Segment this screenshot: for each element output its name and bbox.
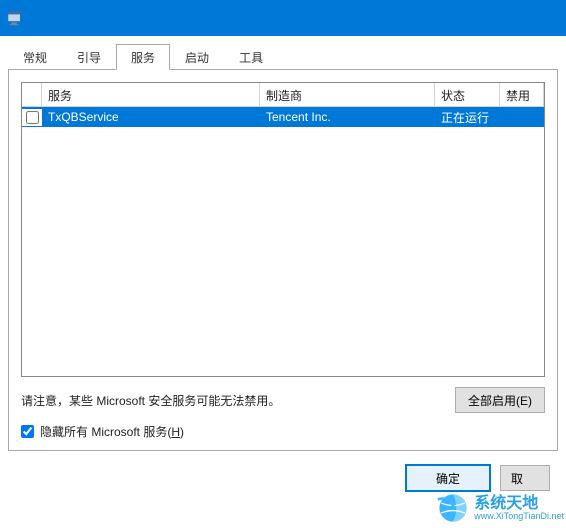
hide-ms-row: 隐藏所有 Microsoft 服务(H) bbox=[21, 423, 545, 440]
tab-services[interactable]: 服务 bbox=[116, 44, 170, 70]
watermark-text-zh: 系统天地 bbox=[474, 496, 564, 512]
row-status: 正在运行 bbox=[435, 107, 500, 128]
watermark-text: 系统天地 www.XiTongTianDi.net bbox=[474, 496, 564, 521]
table-row[interactable]: TxQBService Tencent Inc. 正在运行 bbox=[22, 107, 544, 127]
cancel-button[interactable]: 取 bbox=[500, 465, 550, 491]
tab-tools[interactable]: 工具 bbox=[224, 44, 278, 70]
column-header-manufacturer[interactable]: 制造商 bbox=[260, 83, 435, 107]
watermark-globe-icon bbox=[436, 491, 470, 525]
column-header-service[interactable]: 服务 bbox=[42, 83, 260, 107]
row-manufacturer: Tencent Inc. bbox=[260, 108, 435, 126]
dialog-buttons: 确定 取 bbox=[8, 451, 558, 491]
row-checkbox[interactable] bbox=[26, 111, 39, 124]
watermark: 系统天地 www.XiTongTianDi.net bbox=[436, 491, 564, 525]
row-checkbox-cell bbox=[22, 109, 42, 126]
notice-row: 请注意，某些 Microsoft 安全服务可能无法禁用。 全部启用(E) bbox=[21, 387, 545, 413]
content-area: 常规 引导 服务 启动 工具 服务 制造商 状态 禁用日 TxQBService… bbox=[0, 36, 566, 491]
list-header: 服务 制造商 状态 禁用日 bbox=[22, 83, 544, 107]
hide-ms-checkbox[interactable] bbox=[21, 425, 34, 438]
column-header-checkbox[interactable] bbox=[22, 83, 42, 107]
column-header-disabled-date[interactable]: 禁用日 bbox=[500, 83, 544, 107]
list-empty-area bbox=[22, 127, 544, 376]
ok-button[interactable]: 确定 bbox=[406, 465, 490, 491]
notice-text: 请注意，某些 Microsoft 安全服务可能无法禁用。 bbox=[21, 392, 455, 409]
title-bar bbox=[0, 0, 566, 36]
tab-strip: 常规 引导 服务 启动 工具 bbox=[8, 44, 558, 70]
tab-boot[interactable]: 引导 bbox=[62, 44, 116, 70]
msconfig-icon bbox=[6, 9, 24, 27]
watermark-text-en: www.XiTongTianDi.net bbox=[474, 512, 564, 521]
hide-ms-label[interactable]: 隐藏所有 Microsoft 服务(H) bbox=[40, 423, 184, 440]
services-panel: 服务 制造商 状态 禁用日 TxQBService Tencent Inc. 正… bbox=[8, 69, 558, 451]
row-service: TxQBService bbox=[42, 108, 260, 126]
enable-all-button[interactable]: 全部启用(E) bbox=[455, 387, 545, 413]
services-list[interactable]: 服务 制造商 状态 禁用日 TxQBService Tencent Inc. 正… bbox=[21, 82, 545, 377]
column-header-status[interactable]: 状态 bbox=[435, 83, 500, 107]
tab-general[interactable]: 常规 bbox=[8, 44, 62, 70]
row-disabled-date bbox=[500, 115, 544, 119]
tab-startup[interactable]: 启动 bbox=[170, 44, 224, 70]
